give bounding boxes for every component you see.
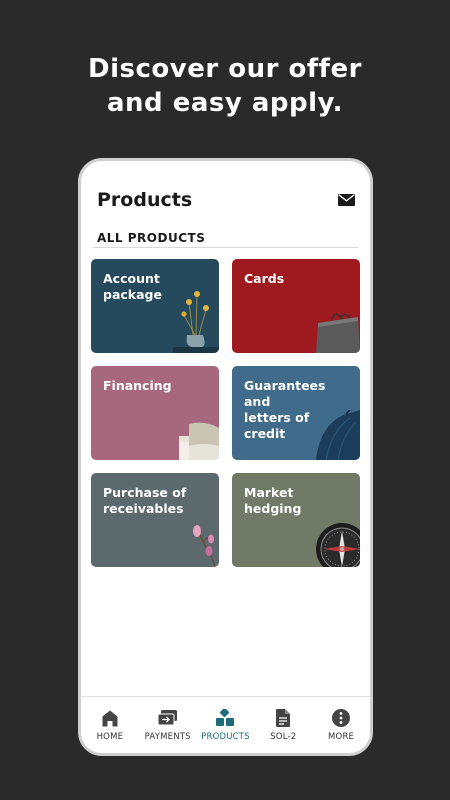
flower-branch-icon — [193, 523, 216, 567]
tile-purchase-of-receivables[interactable]: Purchase of receivables — [91, 473, 219, 567]
tile-account-package[interactable]: Account package — [91, 259, 219, 353]
app-header: Products — [97, 185, 356, 215]
phone-frame: Products ALL PRODUCTS Account package Ca… — [78, 158, 373, 756]
mail-icon[interactable] — [336, 191, 356, 209]
payments-icon — [157, 708, 178, 728]
tile-market-hedging[interactable]: Market hedging — [232, 473, 360, 567]
nav-more[interactable]: MORE — [313, 708, 369, 742]
document-icon — [276, 708, 291, 728]
tile-label: Cards — [244, 271, 285, 286]
nav-payments[interactable]: PAYMENTS — [140, 708, 196, 742]
promo-line-1: Discover our offer — [88, 54, 362, 84]
nav-label: PAYMENTS — [144, 732, 191, 742]
nav-label: SOL-2 — [270, 732, 297, 742]
nav-label: PRODUCTS — [201, 732, 250, 742]
vase-icon — [173, 291, 219, 353]
bottom-navigation: HOME PAYMENTS PRODUCTS SOL-2 MORE — [81, 696, 370, 753]
nav-home[interactable]: HOME — [82, 708, 138, 742]
compass-icon — [316, 523, 360, 567]
tile-financing[interactable]: Financing — [91, 366, 219, 460]
nav-label: HOME — [96, 732, 124, 742]
tile-label: Financing — [103, 378, 172, 393]
promo-headline: Discover our offer and easy apply. — [0, 52, 450, 120]
nav-sol-2[interactable]: SOL-2 — [255, 708, 311, 742]
tile-guarantees[interactable]: Guarantees and letters of credit — [232, 366, 360, 460]
tile-label: Purchase of receivables — [103, 485, 187, 516]
umbrella-icon — [316, 410, 360, 460]
sofa-icon — [179, 422, 219, 460]
section-divider — [93, 247, 358, 248]
promo-line-2: and easy apply. — [107, 88, 343, 118]
nav-label: MORE — [328, 732, 355, 742]
page-title: Products — [97, 189, 193, 211]
nav-products[interactable]: PRODUCTS — [197, 708, 253, 742]
home-icon — [102, 708, 118, 728]
tile-cards[interactable]: Cards — [232, 259, 360, 353]
tile-label: Market hedging — [244, 485, 302, 516]
more-icon — [332, 708, 351, 728]
section-label: ALL PRODUCTS — [97, 231, 206, 245]
products-icon — [216, 708, 235, 728]
shopping-bag-icon — [316, 313, 360, 353]
